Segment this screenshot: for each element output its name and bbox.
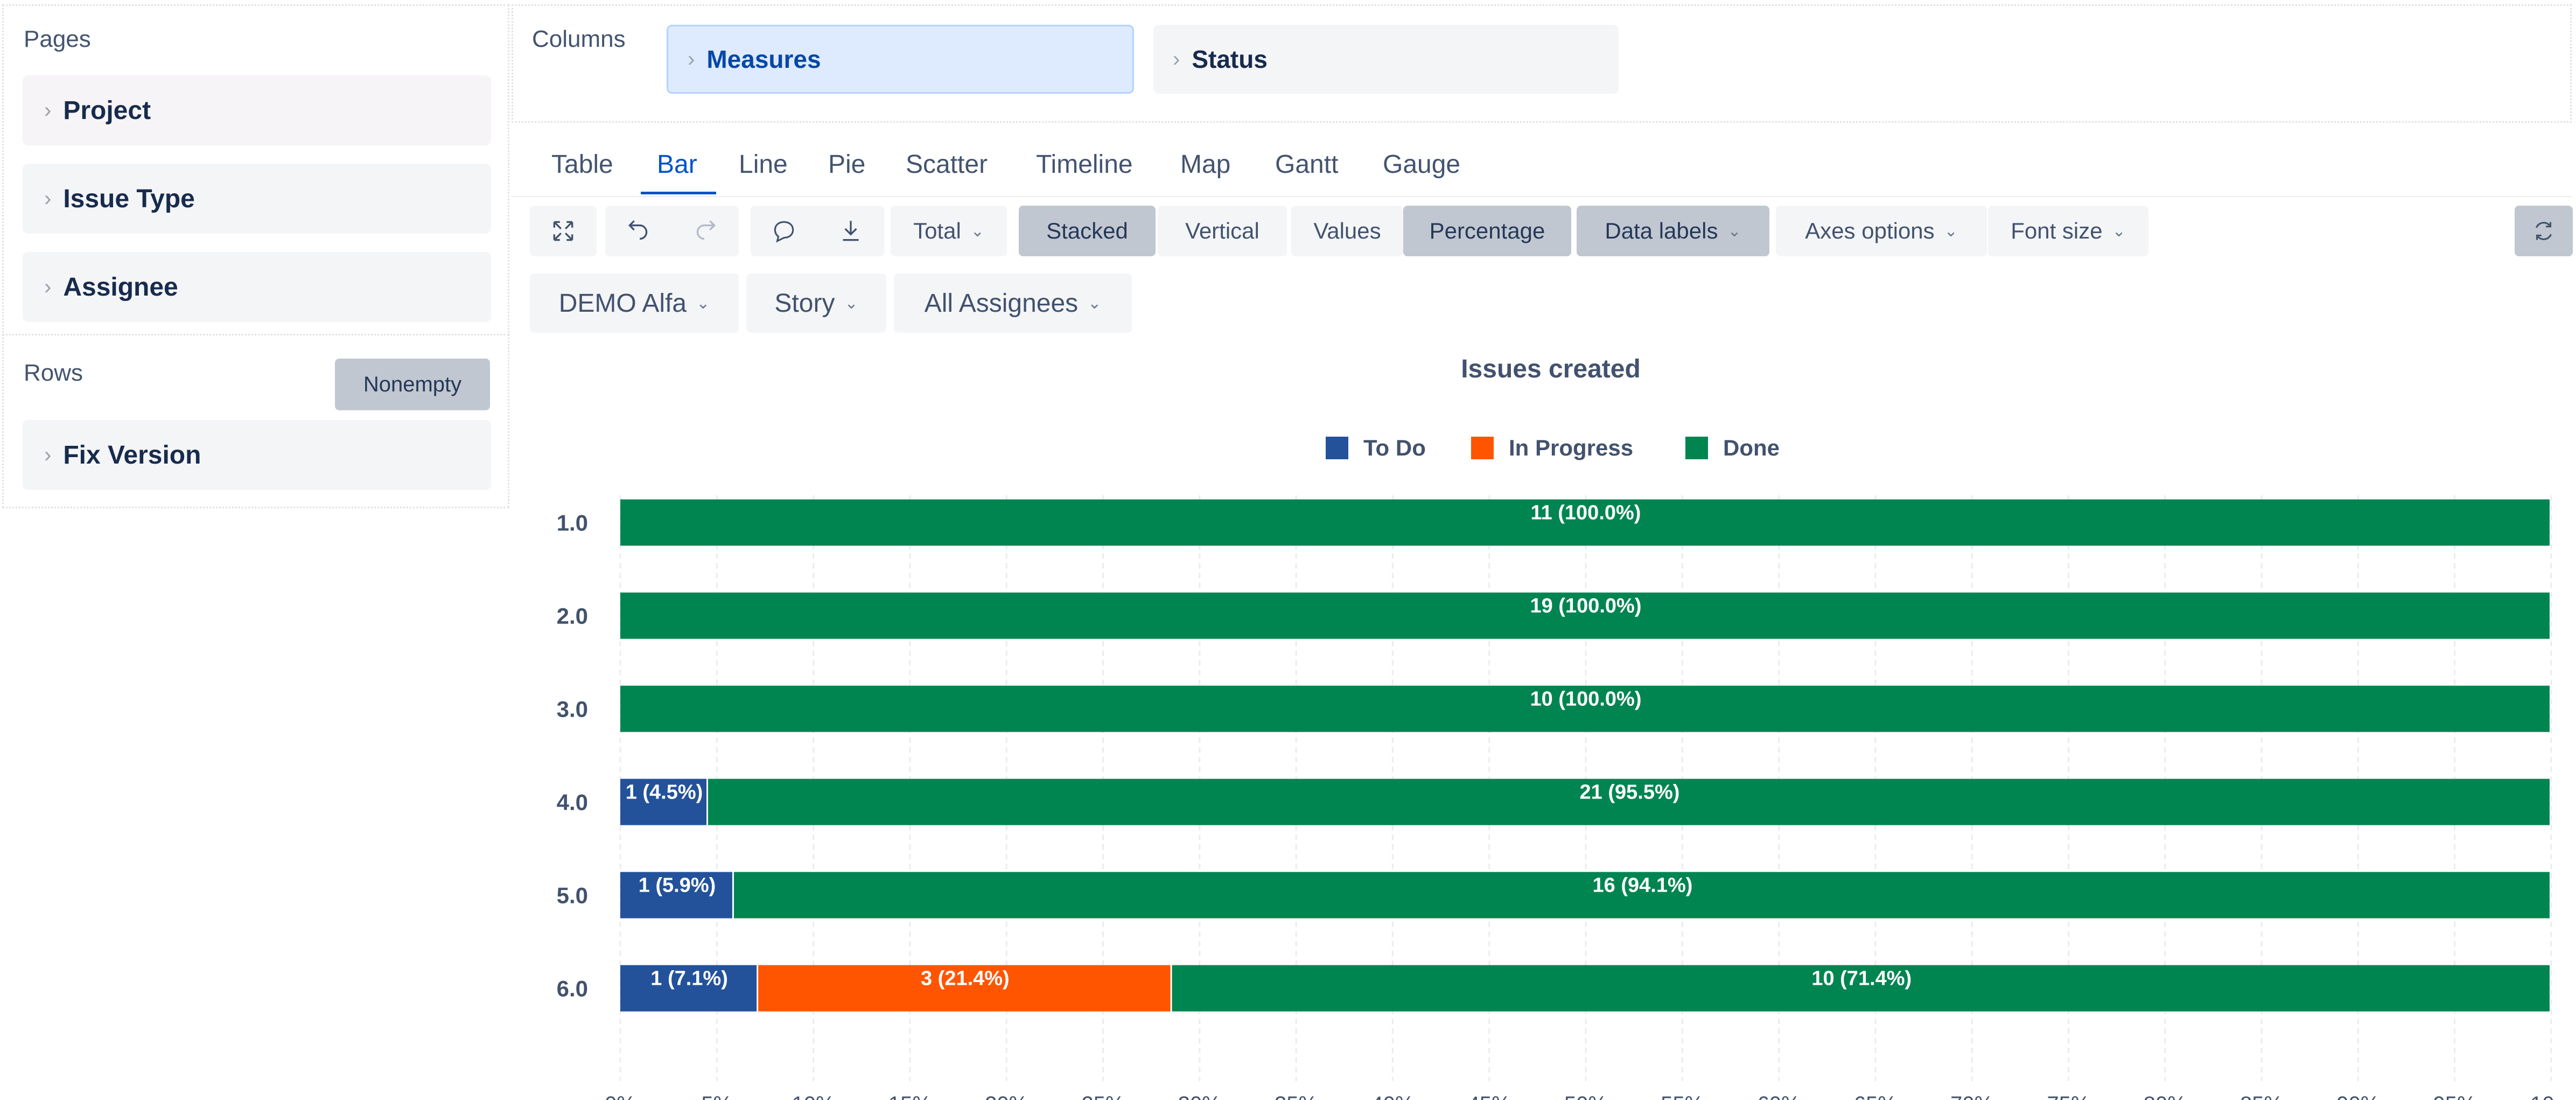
y-category-label: 3.0	[557, 697, 588, 722]
y-category-label: 5.0	[557, 883, 588, 908]
x-tick-label: 80%	[2144, 1092, 2187, 1100]
x-tick-label: 50%	[1564, 1092, 1607, 1100]
x-tick-label: 60%	[1758, 1092, 1801, 1100]
x-tick-label: 70%	[1950, 1092, 1993, 1100]
x-tick-label: 25%	[1081, 1092, 1124, 1100]
x-tick-label: 5%	[701, 1092, 732, 1100]
x-tick-label: 30%	[1178, 1092, 1221, 1100]
x-tick-label: 55%	[1661, 1092, 1704, 1100]
x-tick-label: 20%	[985, 1092, 1028, 1100]
data-label: 1 (4.5%)	[626, 781, 703, 804]
data-label: 10 (71.4%)	[1811, 968, 1912, 990]
x-tick-label: 40%	[1371, 1092, 1414, 1100]
x-tick-label: 45%	[1468, 1092, 1511, 1100]
x-tick-label: 10%	[792, 1092, 835, 1100]
x-tick-label: 0%	[605, 1092, 636, 1100]
x-tick-label: 65%	[1854, 1092, 1897, 1100]
data-label: 1 (7.1%)	[650, 968, 728, 990]
data-label: 21 (95.5%)	[1580, 781, 1680, 804]
data-label: 10 (100.0%)	[1530, 688, 1641, 711]
x-tick-label: 35%	[1275, 1092, 1318, 1100]
x-tick-label: 10...	[2530, 1092, 2572, 1100]
y-category-label: 1.0	[557, 510, 588, 536]
y-category-label: 6.0	[557, 976, 588, 1001]
x-tick-label: 95%	[2433, 1092, 2476, 1100]
data-label: 1 (5.9%)	[639, 874, 716, 897]
x-tick-label: 15%	[888, 1092, 932, 1100]
x-tick-label: 85%	[2240, 1092, 2283, 1100]
bar-chart: 0% 5% 10% 15% 20% 25% 30% 35% 40% 45% 50% 55% 60% 65%…	[557, 495, 2572, 1100]
y-category-label: 2.0	[557, 604, 588, 629]
data-label: 16 (94.1%)	[1593, 874, 1693, 897]
data-label: 11 (100.0%)	[1531, 502, 1641, 524]
x-tick-label: 75%	[2047, 1092, 2090, 1100]
data-label: 3 (21.4%)	[921, 968, 1010, 990]
y-category-label: 4.0	[557, 790, 588, 815]
data-label: 19 (100.0%)	[1530, 595, 1641, 618]
x-tick-label: 90%	[2336, 1092, 2379, 1100]
